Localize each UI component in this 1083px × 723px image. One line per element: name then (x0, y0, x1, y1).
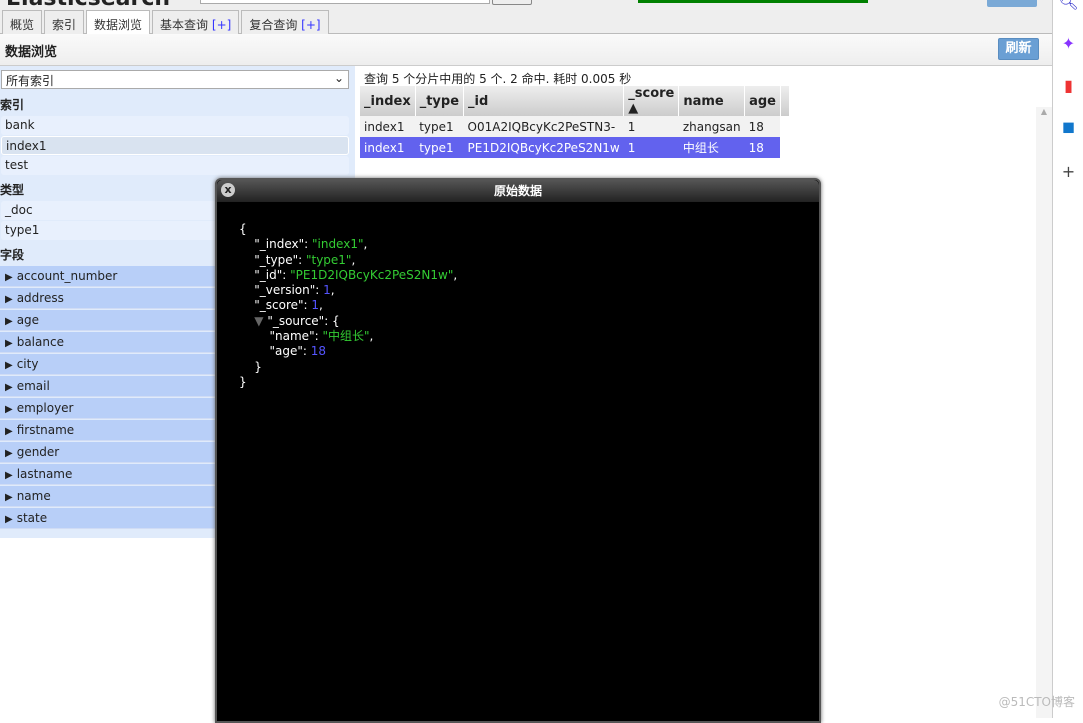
close-icon[interactable]: x (221, 183, 235, 197)
expand-triangle-icon: ▶ (5, 426, 13, 437)
tab-basic-query[interactable]: 基本查询 [+] (152, 10, 240, 34)
json-value: 18 (310, 344, 327, 359)
raw-data-dialog: 原始数据 x { "_index": "index1", "_type": "t… (215, 178, 821, 723)
json-viewer: { "_index": "index1", "_type": "type1", … (239, 222, 458, 389)
expand-triangle-icon: ▶ (5, 338, 13, 349)
outlook-icon[interactable]: ◼ (1053, 117, 1083, 136)
expand-triangle-icon: ▶ (5, 360, 13, 371)
expand-triangle-icon: ▶ (5, 316, 13, 327)
tab-label: 概览 (10, 18, 35, 32)
table-cell: O01A2IQBcyKc2PeSTN3- (463, 116, 624, 137)
connect-button[interactable] (492, 0, 532, 5)
tab-label: 索引 (52, 18, 77, 32)
add-tab[interactable]: [+] (212, 18, 231, 32)
browser-sidebar: 🔍︎ ✦ ▮ ◼ + (1052, 0, 1083, 718)
tab-indices[interactable]: 索引 (44, 10, 85, 34)
connect-url-input[interactable] (200, 0, 490, 4)
column-header[interactable]: age (744, 86, 781, 116)
table-cell: 1 (623, 116, 679, 137)
index-item[interactable]: index1 (1, 136, 349, 155)
sparkle-icon[interactable]: ✦ (1053, 34, 1083, 53)
field-label: name (16, 489, 51, 503)
field-label: email (16, 379, 50, 393)
json-value: 1 (311, 298, 320, 313)
index-item[interactable]: bank (1, 116, 349, 135)
expand-triangle-icon: ▶ (5, 514, 13, 525)
column-header[interactable]: _type (415, 86, 465, 116)
office-icon[interactable]: ▮ (1053, 76, 1083, 95)
field-label: address (16, 291, 64, 305)
json-value: "中组长" (322, 329, 370, 344)
section-fields: 字段 (0, 248, 25, 262)
tab-label: 基本查询 (160, 18, 209, 32)
query-summary: 查询 5 个分片中用的 5 个. 2 命中. 耗时 0.005 秒 (364, 72, 632, 86)
json-value: 1 (323, 283, 331, 298)
search-icon[interactable]: 🔍︎ (1053, 0, 1083, 11)
collapse-triangle-icon[interactable]: ▼ (247, 314, 263, 328)
table-row[interactable]: index1 type1 O01A2IQBcyKc2PeSTN3- 1 zhangsan… (360, 116, 789, 137)
table-cell: zhangsan (678, 116, 745, 137)
table-cell: type1 (415, 116, 464, 137)
tab-browser[interactable]: 数据浏览 (86, 10, 151, 35)
tab-overview[interactable]: 概览 (2, 10, 43, 34)
table-cell: type1 (415, 137, 464, 158)
tab-label: 数据浏览 (94, 18, 143, 32)
tab-label: 复合查询 (249, 18, 298, 32)
field-label: firstname (16, 423, 75, 437)
table-cell: 1 (623, 137, 679, 158)
table-cell: 18 (744, 137, 781, 158)
column-header[interactable]: _score ▲ (623, 86, 680, 116)
index-select[interactable]: 所有索引 ⌄ (1, 70, 349, 89)
column-header-spacer (780, 86, 790, 116)
field-label: gender (16, 445, 60, 459)
field-label: city (16, 357, 39, 371)
tabs: 概览 索引 数据浏览 基本查询 [+] 复合查询 [+] (0, 10, 1052, 35)
field-label: age (16, 313, 40, 327)
column-header[interactable]: _id (463, 86, 625, 116)
chevron-down-icon: ⌄ (333, 71, 344, 85)
section-indices: 索引 (0, 98, 25, 112)
json-value: "index1" (311, 237, 364, 252)
field-label: lastname (16, 467, 73, 481)
json-value: "PE1D2IQBcyKc2PeS2N1w" (290, 267, 454, 282)
column-header[interactable]: _index (360, 86, 416, 116)
field-label: state (16, 511, 48, 525)
section-types: 类型 (0, 183, 25, 197)
table-cell: index1 (360, 116, 416, 137)
expand-triangle-icon: ▶ (5, 492, 13, 503)
table-cell: PE1D2IQBcyKc2PeS2N1w (463, 137, 624, 158)
page-title: 数据浏览 (5, 45, 58, 60)
expand-triangle-icon: ▶ (5, 382, 13, 393)
column-header[interactable]: name (678, 86, 746, 116)
expand-triangle-icon: ▶ (5, 404, 13, 415)
table-cell: index1 (360, 137, 416, 158)
refresh-button[interactable]: 刷新 (998, 38, 1039, 60)
table-cell: 18 (744, 116, 781, 137)
table-row[interactable]: index1 type1 PE1D2IQBcyKc2PeS2N1w 1 中组长 18 (360, 137, 789, 158)
field-label: account_number (16, 269, 118, 283)
watermark: @51CTO博客 (998, 695, 1075, 709)
expand-triangle-icon: ▶ (5, 470, 13, 481)
index-select-value: 所有索引 (6, 74, 55, 88)
index-item[interactable]: test (1, 156, 349, 175)
add-tab[interactable]: [+] (301, 18, 320, 32)
expand-triangle-icon: ▶ (5, 448, 13, 459)
results-table: _index _type _id _score ▲ name age index1 type… (360, 86, 790, 158)
page-bar: 数据浏览 刷新 (0, 34, 1052, 66)
json-value: "type1" (305, 252, 352, 267)
plus-icon[interactable]: + (1053, 162, 1083, 181)
table-cell: 中组长 (678, 137, 745, 158)
dialog-title: 原始数据 (217, 180, 819, 202)
cluster-health-bar (638, 0, 868, 3)
field-label: employer (16, 401, 74, 415)
info-button[interactable] (987, 0, 1037, 7)
tab-compound-query[interactable]: 复合查询 [+] (241, 10, 329, 34)
expand-triangle-icon: ▶ (5, 272, 13, 283)
field-label: balance (16, 335, 64, 349)
expand-triangle-icon: ▶ (5, 294, 13, 305)
scrollbar[interactable]: ▲ (1036, 107, 1052, 718)
